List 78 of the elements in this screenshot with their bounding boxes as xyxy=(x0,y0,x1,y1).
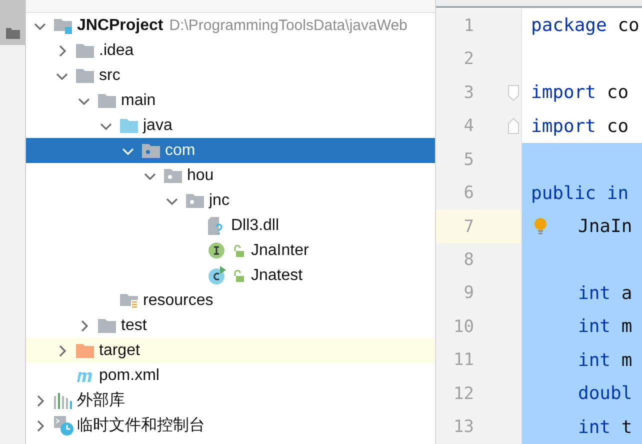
line-number: 13 xyxy=(452,417,474,438)
tree-item-label: JNCProject xyxy=(77,16,164,34)
code-line: public in xyxy=(531,182,629,204)
line-number: 1 xyxy=(462,16,474,36)
library-bars-icon xyxy=(54,392,72,408)
tree-item[interactable]: 外部库 xyxy=(26,388,435,413)
fold-marker-icon[interactable] xyxy=(508,118,519,134)
tree-item-label: JnaInter xyxy=(251,242,309,260)
fold-marker-icon[interactable] xyxy=(508,84,519,101)
package-folder-icon xyxy=(142,143,160,158)
project-tool-tab[interactable] xyxy=(0,0,25,45)
tree-item[interactable]: main xyxy=(26,88,435,113)
tree-item[interactable]: jnc xyxy=(26,188,435,213)
line-number: 10 xyxy=(452,316,474,337)
folder-icon xyxy=(98,93,116,108)
code-line: int a xyxy=(578,282,632,304)
tree-item-label: .idea xyxy=(99,42,134,60)
line-number: 2 xyxy=(462,49,474,70)
tree-item-label: pom.xml xyxy=(99,366,160,384)
tree-item-label: test xyxy=(121,316,147,334)
tree-item-label: com xyxy=(165,142,196,160)
tree-item[interactable]: JNCProject D:\ProgrammingToolsData\javaWeb xyxy=(26,13,435,38)
tree-item[interactable]: Jnatest xyxy=(26,263,435,288)
line-number: 5 xyxy=(462,150,474,170)
code-line: JnaIn xyxy=(578,216,632,238)
tree-item[interactable]: target xyxy=(26,338,435,363)
resources-folder-icon xyxy=(120,292,138,308)
tree-item[interactable]: pom.xml xyxy=(26,363,435,388)
package-folder-icon xyxy=(164,168,182,183)
scratch-clock-icon xyxy=(54,416,74,436)
tree-item-label: 外部库 xyxy=(77,390,125,411)
line-number: 11 xyxy=(452,350,474,370)
module-folder-icon xyxy=(54,18,72,34)
tree-item[interactable]: hou xyxy=(26,163,435,188)
code-line: int t xyxy=(578,416,632,438)
project-path: D:\ProgrammingToolsData\javaWeb xyxy=(169,17,408,34)
line-number: 3 xyxy=(462,82,474,103)
folder-icon xyxy=(76,343,94,358)
tree-item-label: 临时文件和控制台 xyxy=(77,416,205,436)
line-number: 8 xyxy=(462,250,474,270)
unknown-file-icon xyxy=(208,216,224,234)
tree-item[interactable]: JnaInter xyxy=(26,238,435,263)
code-line: import co xyxy=(531,116,629,137)
tree-item[interactable]: java xyxy=(26,113,435,138)
class-icon xyxy=(208,266,227,285)
tree-item-label: hou xyxy=(187,166,214,184)
tree-item-label: target xyxy=(99,342,140,360)
tree-item-label: Dll3.dll xyxy=(231,216,280,234)
tree-item[interactable]: 临时文件和控制台 xyxy=(26,413,435,438)
line-number: 4 xyxy=(462,116,474,136)
code-line: package co xyxy=(531,15,640,36)
line-number: 9 xyxy=(462,283,474,304)
tree-item[interactable]: src xyxy=(26,63,435,88)
tree-item[interactable]: .idea xyxy=(26,38,435,63)
tree-item-label: main xyxy=(121,92,156,110)
tree-item-label: src xyxy=(99,66,120,84)
tree-item-label: java xyxy=(143,116,172,134)
tree-item[interactable]: Dll3.dll xyxy=(26,213,435,238)
tree-item-label: Jnatest xyxy=(251,266,303,284)
code-line: import co xyxy=(531,82,629,104)
line-number: 6 xyxy=(462,183,474,204)
package-folder-icon xyxy=(186,193,204,208)
tree-item[interactable]: resources xyxy=(26,288,435,313)
interface-icon xyxy=(208,242,225,259)
folder-icon xyxy=(6,27,20,39)
folder-icon xyxy=(76,68,94,83)
tree-item-label: resources xyxy=(143,292,214,310)
line-number: 7 xyxy=(462,216,474,237)
tree-item[interactable]: com xyxy=(26,138,435,163)
folder-icon xyxy=(120,118,138,133)
tree-item-label: jnc xyxy=(209,192,230,210)
code-line: doubl xyxy=(578,383,632,404)
tree-item[interactable]: test xyxy=(26,313,435,338)
folder-icon xyxy=(98,318,116,333)
code-line: int m xyxy=(578,350,632,371)
code-line: int m xyxy=(578,316,632,338)
line-number: 12 xyxy=(452,384,474,404)
folder-icon xyxy=(76,43,94,58)
